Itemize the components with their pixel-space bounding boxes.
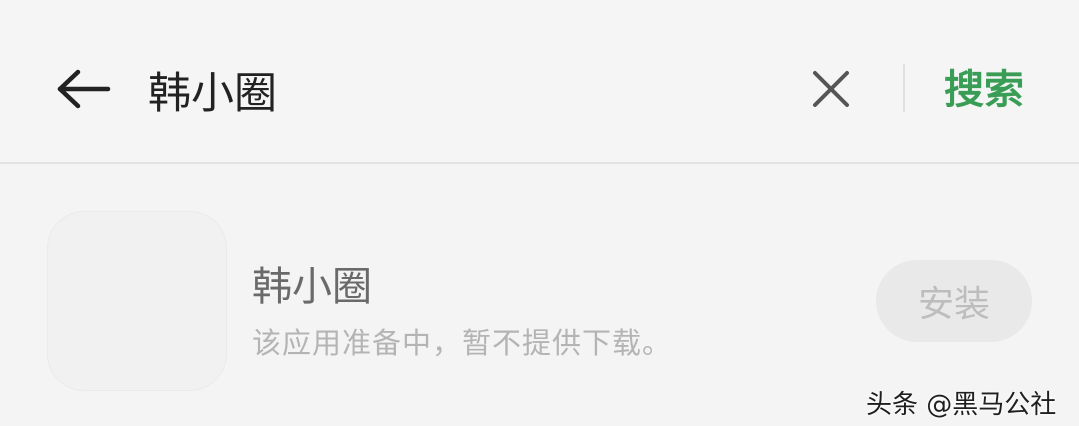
watermark: 头条 @黑马公社 [866, 390, 1057, 420]
back-button[interactable] [52, 60, 114, 118]
app-description: 该应用准备中，暂不提供下载。 [252, 326, 673, 360]
arrow-left-icon [57, 69, 111, 109]
app-icon-placeholder [48, 212, 226, 390]
app-name: 韩小圈 [252, 264, 372, 310]
search-input[interactable] [148, 58, 768, 122]
search-button[interactable]: 搜索 [944, 60, 1024, 120]
clear-button[interactable] [804, 62, 858, 116]
search-bar: 搜索 [0, 0, 1079, 164]
search-divider [903, 64, 905, 112]
install-button[interactable]: 安装 [876, 260, 1032, 342]
close-icon [813, 71, 849, 107]
